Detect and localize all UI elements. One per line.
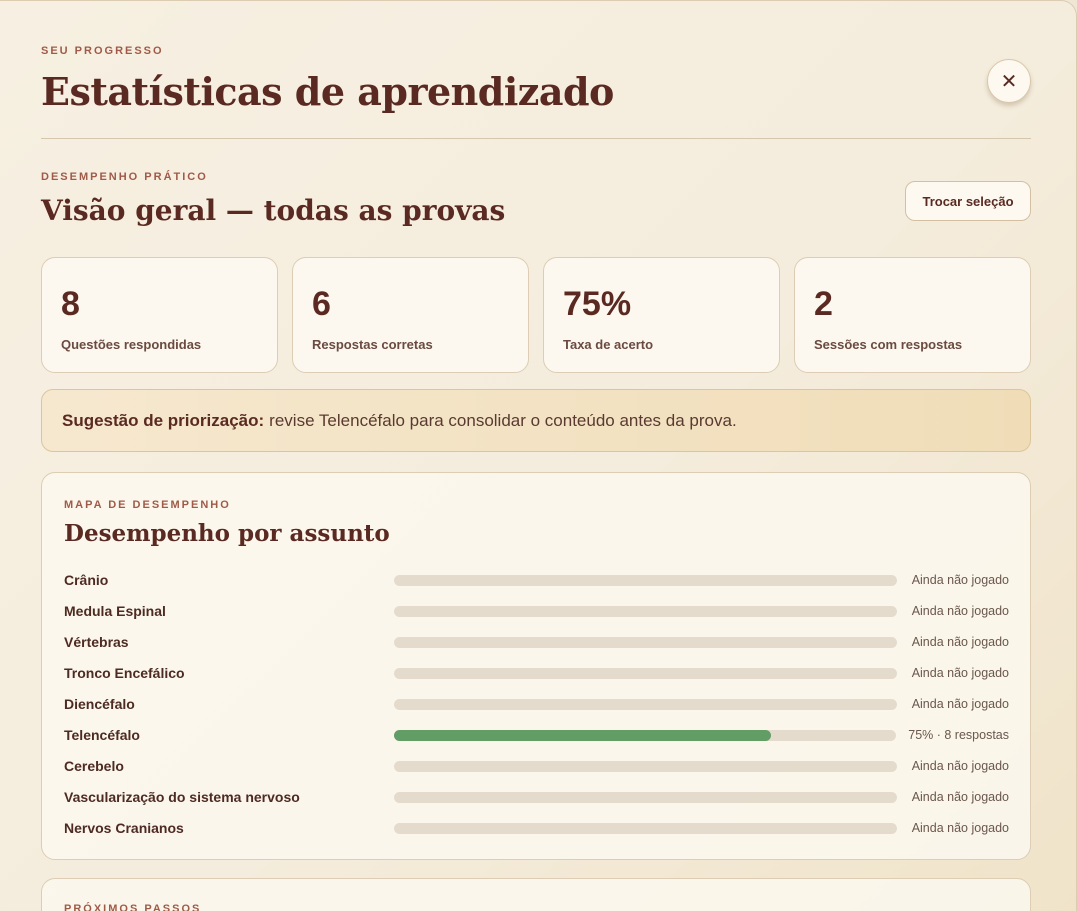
stat-value: 6 [312,285,331,323]
next-steps-eyebrow: PRÓXIMOS PASSOS [64,903,202,911]
stat-value: 75% [563,285,632,323]
close-icon: ✕ [1000,70,1018,93]
stat-card-answered: 8 Questões respondidas [41,257,278,373]
topic-name: Crânio [64,572,109,588]
topic-name: Nervos Cranianos [64,820,184,836]
topic-name: Vascularização do sistema nervoso [64,789,300,805]
topic-name: Diencéfalo [64,696,135,712]
stat-card-correct: 6 Respostas corretas [292,257,529,373]
topic-progress-track [394,823,897,834]
topic-row: Diencéfalo Ainda não jogado [64,694,1009,714]
stat-value: 2 [814,285,833,323]
topic-status: Ainda não jogado [911,573,1009,587]
topic-row: Tronco Encefálico Ainda não jogado [64,663,1009,683]
topic-progress-track [394,575,897,586]
topic-status: Ainda não jogado [911,666,1009,680]
close-button[interactable]: ✕ [987,59,1031,103]
topic-status: Ainda não jogado [911,604,1009,618]
suggestion-label: Sugestão de priorização: [62,410,265,430]
topic-progress-fill [394,730,771,741]
performance-panel: MAPA DE DESEMPENHO Desempenho por assunt… [41,472,1031,860]
stats-cards: 8 Questões respondidas 6 Respostas corre… [41,257,1031,373]
next-steps-panel: PRÓXIMOS PASSOS [41,878,1031,911]
priority-suggestion: Sugestão de priorização: revise Telencéf… [41,389,1031,452]
stat-card-sessions: 2 Sessões com respostas [794,257,1031,373]
overview-eyebrow: DESEMPENHO PRÁTICO [41,171,208,183]
stat-label: Taxa de acerto [563,337,654,352]
topic-progress-track [394,730,896,741]
performance-title: Desempenho por assunto [64,520,390,547]
topic-row: Vascularização do sistema nervoso Ainda n… [64,787,1009,807]
topic-progress-track [394,606,897,617]
suggestion-text: revise Telencéfalo para consolidar o con… [269,410,737,430]
overview-title: Visão geral — todas as provas [41,194,506,227]
swap-selection-button[interactable]: Trocar seleção [905,181,1031,221]
stat-label: Sessões com respostas [814,337,963,352]
stat-value: 8 [61,285,80,323]
topic-row: Nervos Cranianos Ainda não jogado [64,818,1009,838]
topic-row: Crânio Ainda não jogado [64,570,1009,590]
topic-row: Vértebras Ainda não jogado [64,632,1009,652]
performance-eyebrow: MAPA DE DESEMPENHO [64,499,231,511]
topic-row: Medula Espinal Ainda não jogado [64,601,1009,621]
topic-progress-track [394,792,897,803]
topic-status: Ainda não jogado [911,790,1009,804]
topic-name: Cerebelo [64,758,124,774]
topic-status: Ainda não jogado [911,635,1009,649]
topic-progress-track [394,668,897,679]
topic-row: Cerebelo Ainda não jogado [64,756,1009,776]
topic-progress-track [394,761,897,772]
header-eyebrow: SEU PROGRESSO [41,45,164,57]
topic-progress-track [394,637,897,648]
stat-label: Respostas corretas [312,337,433,352]
topic-row: Telencéfalo 75% · 8 respostas [64,725,1009,745]
page-title: Estatísticas de aprendizado [41,69,614,114]
topic-name: Telencéfalo [64,727,140,743]
topic-name: Tronco Encefálico [64,665,185,681]
stats-modal: SEU PROGRESSO Estatísticas de aprendizad… [0,0,1077,911]
topic-name: Vértebras [64,634,129,650]
topic-status: 75% · 8 respostas [908,728,1009,742]
topic-status: Ainda não jogado [911,821,1009,835]
header-divider [41,138,1031,139]
topic-status: Ainda não jogado [911,697,1009,711]
stat-label: Questões respondidas [61,337,202,352]
topic-status: Ainda não jogado [911,759,1009,773]
stat-card-accuracy: 75% Taxa de acerto [543,257,780,373]
topic-progress-track [394,699,897,710]
topic-name: Medula Espinal [64,603,166,619]
